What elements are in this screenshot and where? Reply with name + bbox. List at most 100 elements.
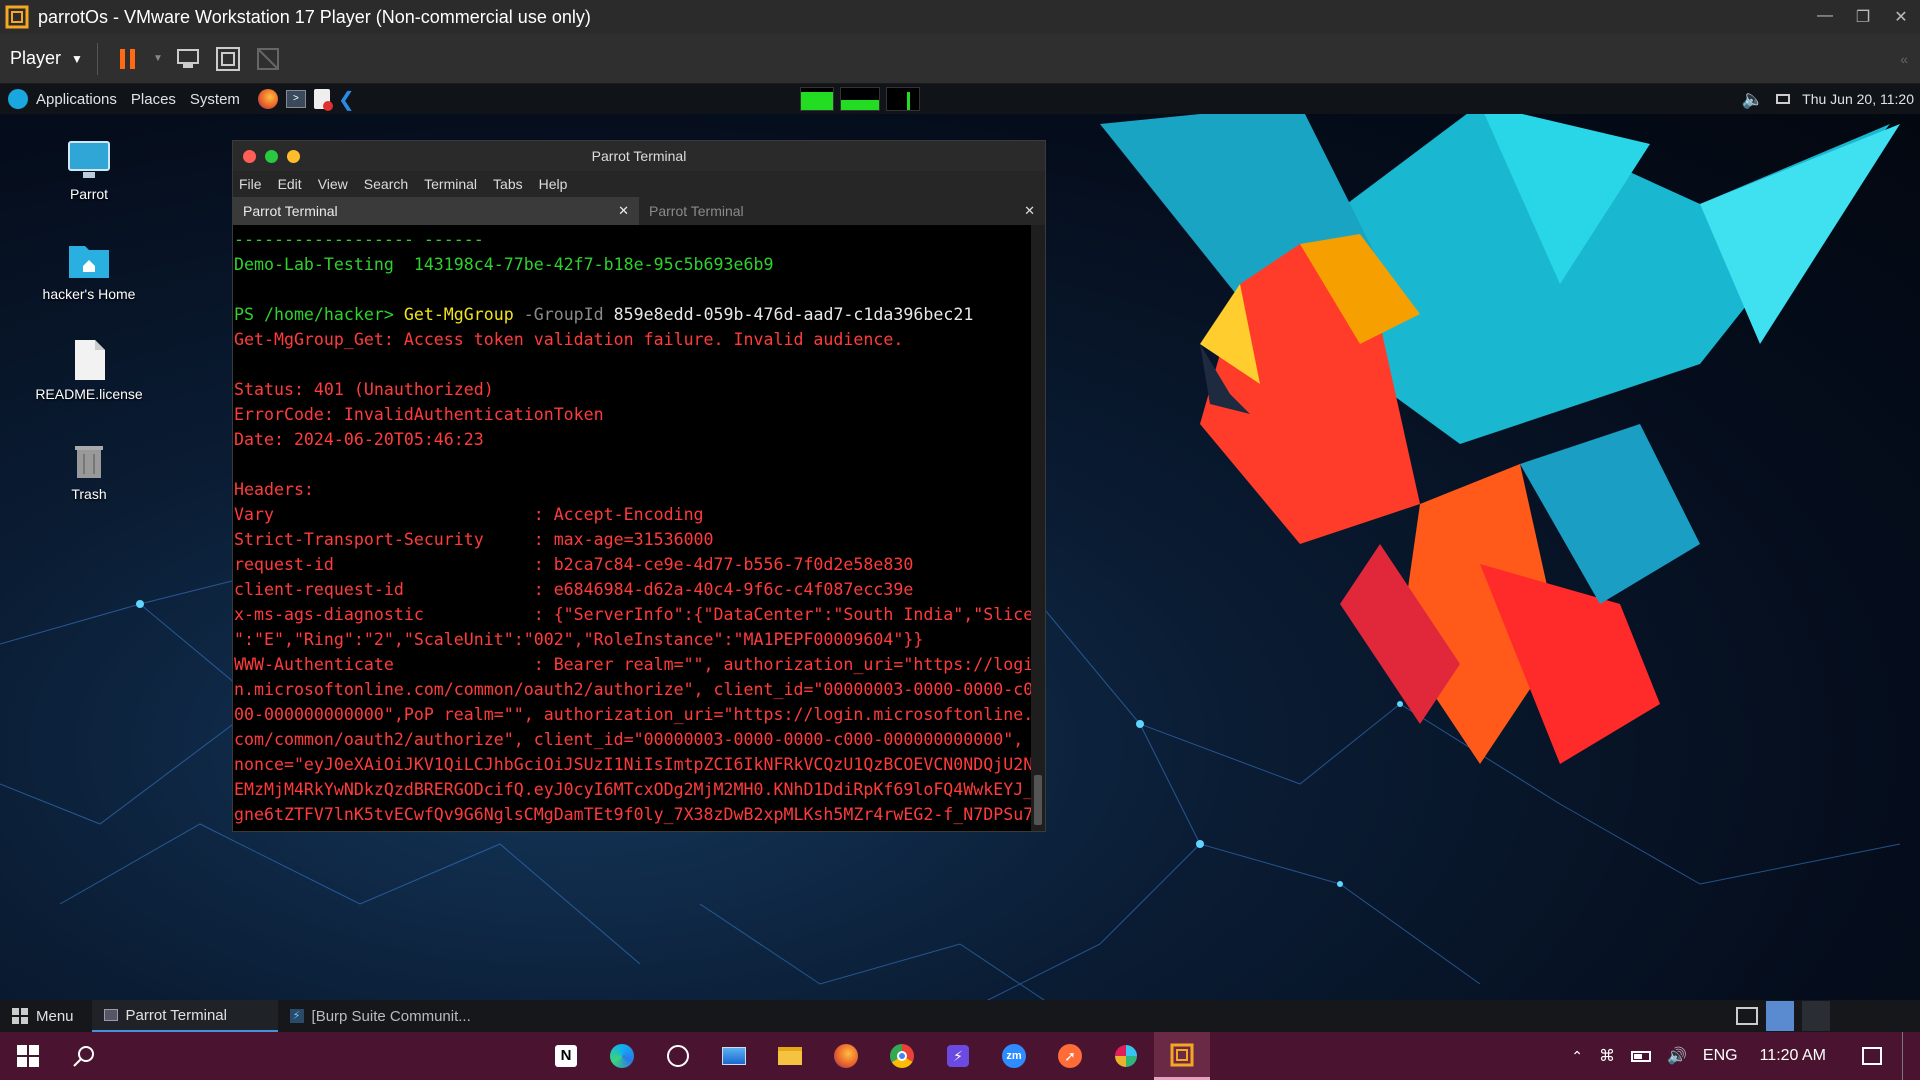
- taskbar-item-burp[interactable]: ⚡ [Burp Suite Communit...: [278, 1000, 483, 1032]
- restore-icon[interactable]: ❐: [1844, 7, 1882, 27]
- terminal-text: EMzMjM4RkYwNDkzQzdBRERGODcifQ.eyJ0cyI6MT…: [234, 780, 1033, 799]
- pause-button[interactable]: [108, 43, 148, 75]
- terminal-line: Strict-Transport-Security : max-age=3153…: [233, 527, 1033, 552]
- terminal-menubar: File Edit View Search Terminal Tabs Help: [233, 171, 1045, 197]
- maximize-window-button[interactable]: [265, 149, 278, 163]
- menu-button[interactable]: Menu: [0, 1000, 86, 1032]
- system-clock[interactable]: 11:20 AM: [1760, 1047, 1826, 1065]
- terminal-line: ErrorCode: InvalidAuthenticationToken: [233, 402, 1033, 427]
- menu-view[interactable]: View: [318, 176, 348, 192]
- parrot-graphic: [1100, 104, 1900, 764]
- pause-dropdown-icon[interactable]: ▼: [148, 43, 168, 75]
- postman-icon[interactable]: ➚: [1042, 1032, 1098, 1080]
- power-automate-icon[interactable]: ⚡: [930, 1032, 986, 1080]
- tab-label: Parrot Terminal: [649, 203, 744, 219]
- show-desktop-button[interactable]: [1902, 1032, 1906, 1080]
- notification-icon[interactable]: [1862, 1047, 1882, 1065]
- terminal-line: x-ms-ags-diagnostic : {"ServerInfo":{"Da…: [233, 602, 1033, 627]
- windows-taskbar: N ⚡ zm ➚ ⌃ ⌘ 🔊 ENG 11:20 AM: [0, 1032, 1920, 1080]
- close-window-button[interactable]: [243, 149, 256, 163]
- minimize-window-button[interactable]: [287, 149, 300, 163]
- terminal-line: nonce="eyJ0eXAiOiJKV1QiLCJhbGciOiJSUzI1N…: [233, 752, 1033, 777]
- vscode-icon[interactable]: ❮: [338, 87, 355, 112]
- slack-icon[interactable]: [1098, 1032, 1154, 1080]
- vmware-icon[interactable]: [1154, 1032, 1210, 1080]
- menu-help[interactable]: Help: [539, 176, 568, 192]
- battery-icon[interactable]: [1630, 1050, 1651, 1062]
- scrollbar-thumb[interactable]: [1034, 775, 1042, 825]
- fullscreen-icon[interactable]: [208, 43, 248, 75]
- unity-mode-icon[interactable]: [248, 43, 288, 75]
- applications-menu[interactable]: Applications: [36, 91, 117, 108]
- system-menu[interactable]: System: [190, 91, 240, 108]
- monitor-icon: [67, 138, 111, 182]
- player-menu-button[interactable]: Player ▼: [10, 42, 98, 75]
- firefox-icon[interactable]: [818, 1032, 874, 1080]
- terminal-line: ":"E","Ring":"2","ScaleUnit":"002","Role…: [233, 627, 1033, 652]
- chevron-up-icon[interactable]: ⌃: [1571, 1048, 1583, 1065]
- desktop-icon-home[interactable]: hacker's Home: [34, 238, 144, 302]
- terminal-line: WWW-Authenticate : Bearer realm="", auth…: [233, 652, 1033, 677]
- notion-icon[interactable]: N: [538, 1032, 594, 1080]
- menu-tabs[interactable]: Tabs: [493, 176, 523, 192]
- desktop-icon-parrot[interactable]: Parrot: [34, 138, 144, 202]
- menu-terminal[interactable]: Terminal: [424, 176, 477, 192]
- edge-icon[interactable]: [594, 1032, 650, 1080]
- terminal-icon[interactable]: >: [285, 90, 306, 108]
- menu-file[interactable]: File: [239, 176, 262, 192]
- terminal-text: n.microsoftonline.com/common/oauth2/auth…: [234, 680, 1033, 699]
- language-indicator[interactable]: ENG: [1703, 1047, 1738, 1065]
- terminal-title: Parrot Terminal: [591, 148, 687, 164]
- terminal-text: 00-000000000000",PoP realm="", authoriza…: [234, 705, 1033, 724]
- terminal-text: 859e8edd-059b-476d-aad7-c1da396bec21: [613, 305, 974, 324]
- wifi-icon[interactable]: ⌘: [1599, 1046, 1615, 1066]
- terminal-text: ":"E","Ring":"2","ScaleUnit":"002","Role…: [234, 630, 924, 649]
- desktop-icon-label: README.license: [35, 386, 143, 402]
- terminal-titlebar[interactable]: Parrot Terminal: [233, 141, 1045, 171]
- workspace-1[interactable]: [1766, 1001, 1794, 1031]
- chrome-icon[interactable]: [874, 1032, 930, 1080]
- desktop-icon-label: hacker's Home: [42, 286, 136, 302]
- desktop-icon-trash[interactable]: Trash: [34, 438, 144, 502]
- windows-start-button[interactable]: [0, 1032, 56, 1080]
- terminal-output[interactable]: ------------------ ------ Demo-Lab-Testin…: [233, 225, 1033, 831]
- workspace-2[interactable]: [1802, 1001, 1830, 1031]
- send-ctrl-alt-del-icon[interactable]: [168, 43, 208, 75]
- file-explorer-icon[interactable]: [762, 1032, 818, 1080]
- terminal-text: -GroupId: [523, 305, 614, 324]
- volume-icon[interactable]: 🔈: [1742, 89, 1764, 110]
- vmware-title-bar: parrotOs - VMware Workstation 17 Player …: [0, 0, 1920, 34]
- collapse-toolbar-icon[interactable]: «: [1900, 51, 1908, 67]
- display-icon[interactable]: [1776, 94, 1791, 104]
- terminal-text: ------------------ ------: [234, 230, 484, 249]
- terminal-tab-1[interactable]: Parrot Terminal ✕: [233, 197, 639, 225]
- text-editor-icon[interactable]: [313, 89, 333, 111]
- home-folder-icon: [67, 238, 111, 282]
- menu-edit[interactable]: Edit: [278, 176, 302, 192]
- terminal-line: Headers:: [233, 477, 1033, 502]
- close-icon[interactable]: ✕: [1882, 7, 1920, 27]
- terminal-scrollbar[interactable]: [1031, 225, 1045, 831]
- chatgpt-icon[interactable]: [650, 1032, 706, 1080]
- volume-icon[interactable]: 🔊: [1667, 1046, 1687, 1066]
- workspace-switcher-icon[interactable]: [1736, 1007, 1758, 1025]
- terminal-text: Headers:: [234, 480, 314, 499]
- firefox-icon[interactable]: [257, 89, 278, 109]
- parrot-logo-icon[interactable]: [8, 89, 28, 109]
- terminal-tabs: Parrot Terminal ✕ Parrot Terminal ✕: [233, 197, 1045, 225]
- taskbar-item-terminal[interactable]: Parrot Terminal: [91, 1000, 278, 1032]
- terminal-tab-2[interactable]: Parrot Terminal ✕: [639, 197, 1045, 225]
- pc-icon[interactable]: [706, 1032, 762, 1080]
- guest-desktop: Applications Places System > ❮ 🔈 Thu Jun…: [0, 84, 1920, 1032]
- minimize-icon[interactable]: —: [1806, 7, 1844, 27]
- menu-search[interactable]: Search: [364, 176, 408, 192]
- memory-graph: [840, 87, 880, 111]
- close-tab-icon[interactable]: ✕: [1024, 203, 1035, 219]
- places-menu[interactable]: Places: [131, 91, 176, 108]
- desktop-icon-readme[interactable]: README.license: [34, 338, 144, 402]
- clock[interactable]: Thu Jun 20, 11:20: [1802, 91, 1914, 107]
- search-icon[interactable]: [56, 1032, 112, 1080]
- zoom-icon[interactable]: zm: [986, 1032, 1042, 1080]
- close-tab-icon[interactable]: ✕: [618, 203, 629, 219]
